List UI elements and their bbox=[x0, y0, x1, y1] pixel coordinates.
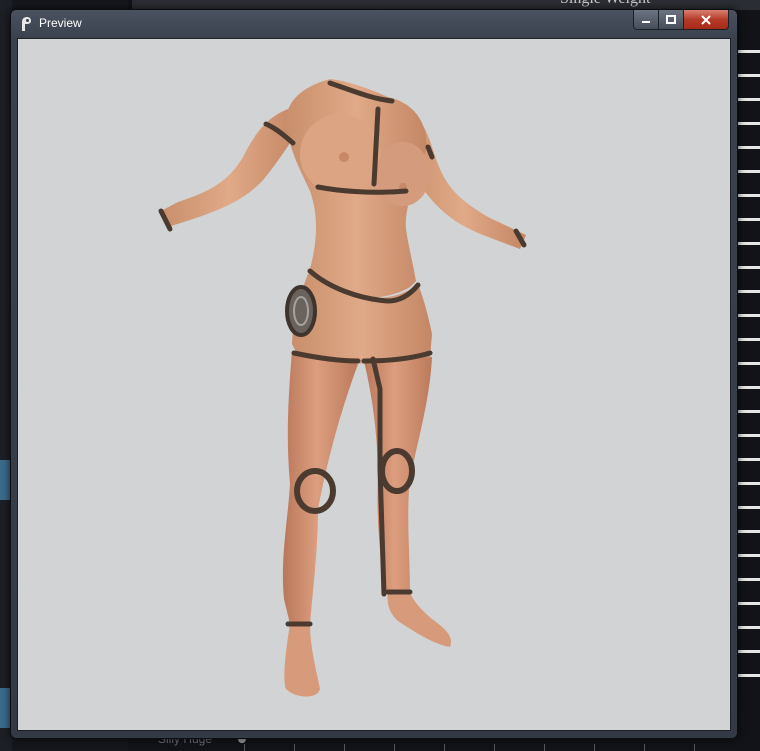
close-button[interactable] bbox=[684, 10, 729, 30]
app-icon bbox=[22, 17, 31, 31]
close-icon bbox=[701, 14, 711, 25]
minimize-icon bbox=[642, 20, 650, 23]
background-heading: Single Weight bbox=[560, 0, 650, 8]
maximize-button[interactable] bbox=[659, 10, 684, 30]
body-model-render bbox=[158, 79, 527, 697]
minimize-button[interactable] bbox=[633, 10, 659, 30]
background-ruler bbox=[244, 738, 744, 751]
preview-window: Preview bbox=[10, 9, 738, 739]
window-controls bbox=[633, 10, 729, 30]
background-slider-ticks bbox=[738, 50, 760, 698]
maximize-icon bbox=[666, 14, 676, 24]
preview-viewport[interactable] bbox=[17, 38, 731, 731]
window-title: Preview bbox=[39, 16, 82, 30]
body-model bbox=[158, 79, 527, 697]
title-bar[interactable]: Preview bbox=[11, 10, 737, 38]
